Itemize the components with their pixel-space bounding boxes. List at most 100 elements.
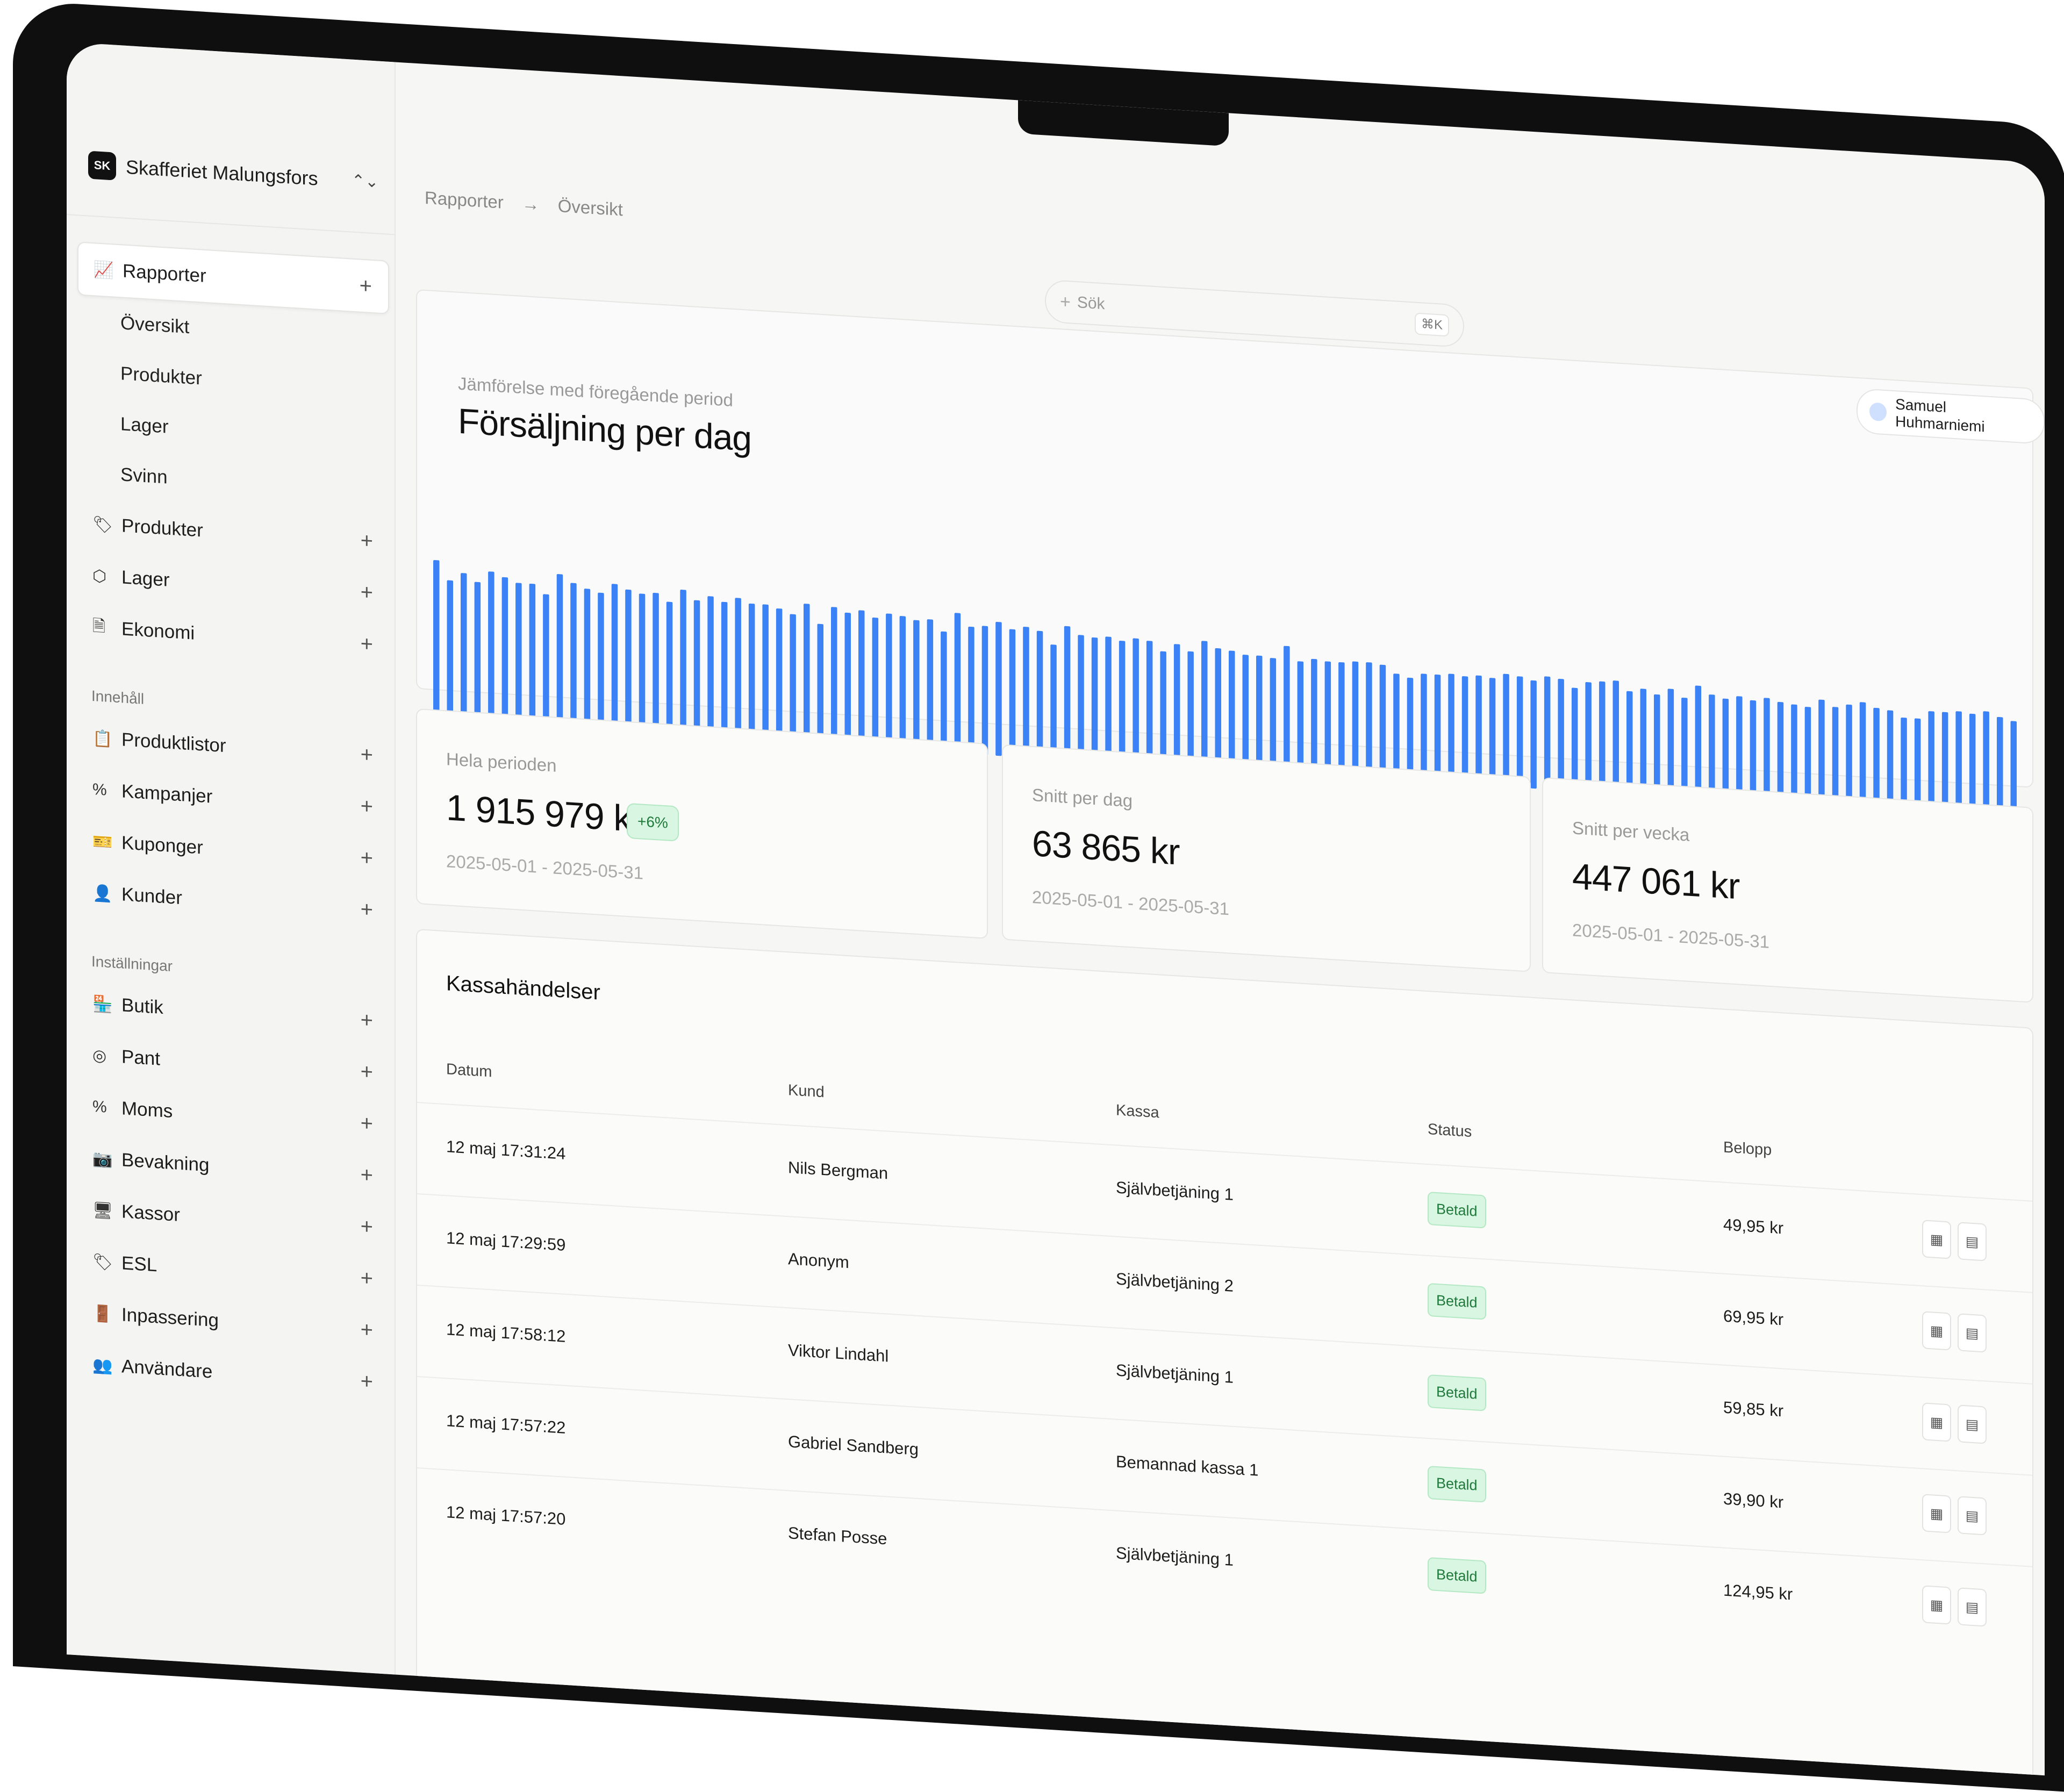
chart-bar[interactable] (886, 613, 892, 749)
chart-bar[interactable] (1009, 629, 1016, 757)
chart-bar[interactable] (1270, 658, 1277, 773)
chart-bar[interactable] (1229, 650, 1235, 770)
film-button[interactable]: ▦ (1922, 1402, 1951, 1442)
chart-bar[interactable] (666, 601, 673, 736)
chart-bar[interactable] (1119, 640, 1126, 764)
chart-bar[interactable] (1695, 685, 1702, 799)
chart-bar[interactable] (817, 623, 824, 746)
chart-bar[interactable] (1681, 697, 1688, 798)
chart-bar[interactable] (1530, 680, 1537, 789)
chart-bar[interactable] (1750, 700, 1757, 802)
plus-icon[interactable]: + (361, 1317, 373, 1342)
chart-bar[interactable] (1105, 636, 1112, 763)
chart-bar[interactable] (556, 574, 563, 729)
plus-icon[interactable]: + (361, 897, 373, 922)
chart-bar[interactable] (707, 596, 714, 739)
plus-icon[interactable]: + (361, 1111, 373, 1136)
chart-bar[interactable] (735, 598, 741, 740)
chart-bar[interactable] (1078, 635, 1084, 761)
chart-bar[interactable] (1036, 630, 1043, 759)
chart-bar[interactable] (1366, 662, 1372, 779)
chart-bar[interactable] (1461, 676, 1468, 785)
chart-bar[interactable] (584, 589, 591, 731)
chart-bar[interactable] (653, 592, 659, 735)
chart-bar[interactable] (461, 573, 467, 723)
plus-icon[interactable]: + (361, 1369, 373, 1394)
chart-bar[interactable] (1764, 698, 1770, 803)
chart-bar[interactable] (748, 603, 755, 741)
chart-bar[interactable] (1160, 651, 1166, 766)
chart-bar[interactable] (2010, 721, 2017, 818)
film-button[interactable]: ▦ (1922, 1311, 1951, 1351)
chart-bar[interactable] (1818, 699, 1825, 807)
chart-bar[interactable] (515, 583, 522, 727)
chevron-up-down-icon[interactable]: ⌃⌄ (352, 171, 378, 192)
chart-bar[interactable] (501, 577, 508, 726)
chart-bar[interactable] (913, 620, 920, 751)
chart-bar[interactable] (1804, 707, 1811, 806)
plus-icon[interactable]: + (361, 794, 373, 819)
plus-icon[interactable]: + (361, 845, 373, 870)
chart-bar[interactable] (1571, 687, 1578, 791)
chart-bar[interactable] (1064, 626, 1071, 761)
chart-bar[interactable] (1873, 707, 1880, 810)
chart-bar[interactable] (995, 621, 1002, 756)
chart-bar[interactable] (1901, 717, 1907, 812)
receipt-button[interactable]: ▤ (1958, 1587, 1987, 1627)
chart-bar[interactable] (1983, 711, 1989, 816)
plus-icon[interactable]: + (361, 632, 373, 656)
chart-bar[interactable] (831, 607, 837, 746)
receipt-button[interactable]: ▤ (1958, 1313, 1987, 1353)
chart-bar[interactable] (954, 613, 961, 754)
chart-bar[interactable] (433, 560, 440, 722)
breadcrumb-root[interactable]: Rapporter (425, 188, 504, 213)
receipt-button[interactable]: ▤ (1958, 1404, 1987, 1444)
film-button[interactable]: ▦ (1922, 1220, 1951, 1259)
chart-bar[interactable] (981, 626, 988, 755)
chart-bar[interactable] (1215, 648, 1222, 770)
chart-bar[interactable] (1846, 704, 1852, 808)
plus-icon[interactable]: + (361, 1059, 373, 1084)
chart-bar[interactable] (1777, 701, 1784, 804)
chart-bar[interactable] (1599, 681, 1606, 793)
chart-bar[interactable] (1503, 673, 1509, 787)
chart-bar[interactable] (721, 601, 728, 740)
chart-bar[interactable] (1475, 675, 1482, 786)
chart-bar[interactable] (474, 582, 481, 725)
chart-bar[interactable] (968, 626, 974, 755)
chart-bar[interactable] (1434, 674, 1441, 783)
chart-bar[interactable] (927, 619, 934, 752)
chart-bar[interactable] (1379, 664, 1386, 780)
chart-bar[interactable] (1626, 691, 1633, 795)
column-header-datum[interactable]: Datum (446, 1060, 492, 1081)
chart-bar[interactable] (1091, 637, 1098, 762)
chart-bar[interactable] (1338, 662, 1345, 777)
chart-bar[interactable] (1407, 677, 1414, 782)
plus-icon[interactable]: + (360, 274, 372, 298)
chart-bar[interactable] (1941, 712, 1948, 814)
chart-bar[interactable] (1489, 678, 1496, 786)
plus-icon[interactable]: + (361, 1008, 373, 1033)
receipt-button[interactable]: ▤ (1958, 1222, 1987, 1261)
column-header-kassa[interactable]: Kassa (1116, 1102, 1159, 1122)
chart-bar[interactable] (1050, 644, 1057, 759)
chart-bar[interactable] (804, 604, 810, 744)
chart-bar[interactable] (776, 608, 783, 743)
chart-bar[interactable] (1324, 661, 1331, 776)
chart-bar[interactable] (858, 610, 865, 748)
chart-bar[interactable] (1914, 718, 1921, 812)
chart-bar[interactable] (1928, 711, 1934, 813)
chart-bar[interactable] (1612, 680, 1619, 794)
column-header-status[interactable]: Status (1428, 1121, 1472, 1141)
chart-bar[interactable] (1791, 704, 1797, 805)
chart-bar[interactable] (447, 580, 454, 722)
chart-bar[interactable] (639, 593, 646, 734)
chart-bar[interactable] (941, 631, 947, 753)
chart-bar[interactable] (488, 571, 494, 725)
chart-bar[interactable] (1311, 658, 1317, 776)
film-button[interactable]: ▦ (1922, 1494, 1951, 1533)
chart-bar[interactable] (872, 617, 879, 749)
chart-bar[interactable] (693, 600, 700, 738)
chart-bar[interactable] (1201, 641, 1208, 769)
chart-bar[interactable] (1709, 694, 1715, 800)
